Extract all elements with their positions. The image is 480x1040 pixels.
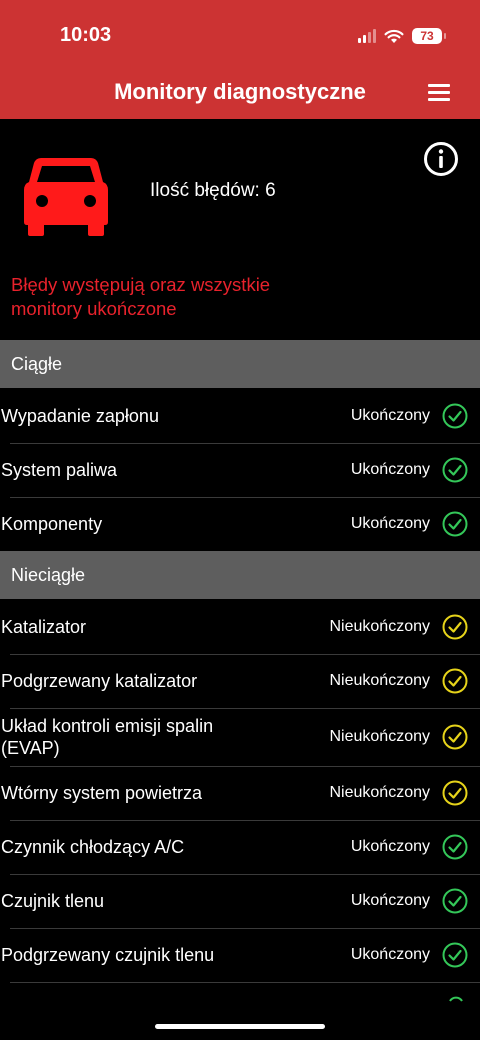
section-header-continuous: Ciągłe [0, 340, 480, 388]
monitor-label: Komponenty [1, 514, 103, 534]
monitor-label: Wypadanie zapłonu [1, 406, 159, 426]
check-circle-yellow-icon [442, 780, 468, 806]
monitor-label: Wtórny system powietrza [1, 783, 203, 803]
monitor-row-heated-catalyst[interactable]: Podgrzewany katalizator Nieukończony [0, 654, 480, 708]
monitor-status: Ukończony [350, 892, 430, 909]
monitor-row-catalyst[interactable]: Katalizator Nieukończony [0, 600, 480, 654]
monitor-row-evap[interactable]: Układ kontroli emisji spalin (EVAP) Nieu… [0, 708, 480, 766]
error-count: Ilość błędów: 6 [150, 180, 276, 201]
check-circle-green-icon [442, 834, 468, 860]
section-label: Ciągłe [11, 354, 63, 374]
page-title: Monitory diagnostyczne [114, 79, 366, 104]
monitor-row-oxygen-sensor[interactable]: Czujnik tlenu Ukończony [0, 874, 480, 928]
app-header: 10:03 73 Monitory diagnostyczne [0, 0, 480, 119]
monitor-row-misfire[interactable]: Wypadanie zapłonu Ukończony [0, 389, 480, 443]
monitor-label: Czujnik tlenu [1, 891, 105, 911]
monitor-label: Podgrzewany czujnik tlenu [1, 945, 215, 965]
status-time: 10:03 [60, 24, 112, 46]
monitor-label: Katalizator [1, 617, 87, 637]
monitor-status: Nieukończony [329, 672, 431, 689]
row-divider [10, 982, 480, 983]
check-circle-yellow-icon [442, 668, 468, 694]
check-circle-green-icon [442, 888, 468, 914]
monitor-label: Podgrzewany katalizator [1, 671, 198, 691]
status-message: Błędy występują oraz wszystkie monitory … [11, 274, 271, 319]
hamburger-menu-icon[interactable] [428, 82, 452, 102]
check-circle-green-icon [442, 403, 468, 429]
monitor-status: Nieukończony [329, 728, 431, 745]
monitor-row-heated-oxygen-sensor[interactable]: Podgrzewany czujnik tlenu Ukończony [0, 928, 480, 982]
monitor-status: Ukończony [350, 407, 430, 424]
check-circle-green-icon [442, 942, 468, 968]
monitor-label: Układ kontroli emisji spalin (EVAP) [1, 716, 214, 758]
monitor-status: Nieukończony [329, 784, 431, 801]
monitor-row-fuel-system[interactable]: System paliwa Ukończony [0, 443, 480, 497]
home-indicator[interactable] [155, 1024, 325, 1029]
check-circle-yellow-icon [442, 724, 468, 750]
monitor-label: System paliwa [1, 460, 118, 480]
car-icon [24, 158, 108, 236]
wifi-icon [384, 29, 404, 43]
monitor-status: Ukończony [350, 461, 430, 478]
cellular-signal-icon [358, 29, 376, 43]
check-circle-green-icon [442, 511, 468, 537]
monitor-status: Ukończony [350, 515, 430, 532]
monitor-row-components[interactable]: Komponenty Ukończony [0, 497, 480, 551]
check-circle-green-icon [442, 457, 468, 483]
monitor-label: Czynnik chłodzący A/C [1, 837, 185, 857]
battery-icon: 73 [412, 28, 446, 44]
section-label: Nieciągłe [11, 565, 86, 585]
status-icons: 73 [358, 26, 446, 46]
monitor-row-ac-refrigerant[interactable]: Czynnik chłodzący A/C Ukończony [0, 820, 480, 874]
info-icon[interactable] [423, 141, 459, 177]
monitor-status: Ukończony [350, 946, 430, 963]
section-header-non-continuous: Nieciągłe [0, 551, 480, 599]
check-circle-yellow-icon [442, 614, 468, 640]
monitor-status: Nieukończony [329, 618, 431, 635]
check-circle-green-icon [449, 996, 463, 1002]
monitor-row-secondary-air[interactable]: Wtórny system powietrza Nieukończony [0, 766, 480, 820]
monitor-status: Ukończony [350, 838, 430, 855]
